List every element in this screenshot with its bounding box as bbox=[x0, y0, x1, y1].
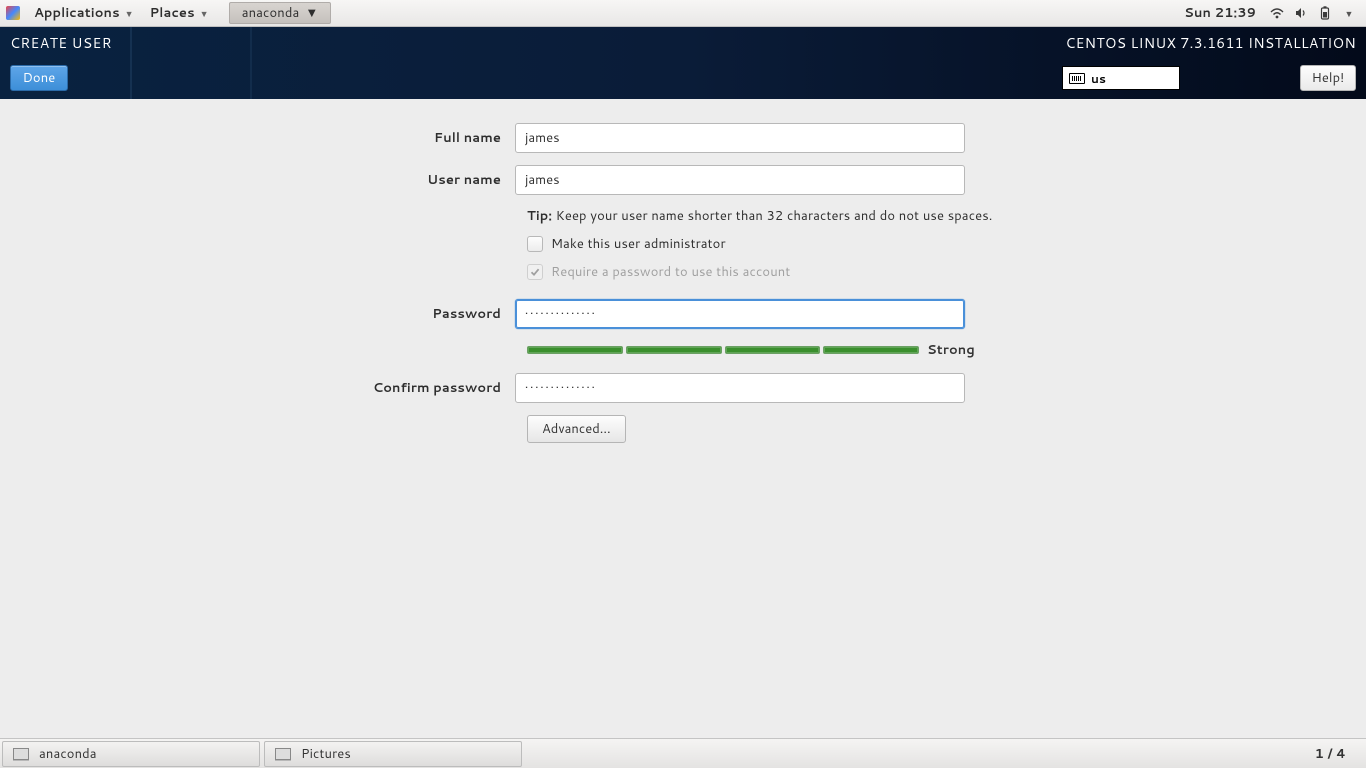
main-content: Full name User name Tip: Keep your user … bbox=[0, 99, 1366, 738]
battery-icon[interactable] bbox=[1318, 6, 1332, 20]
full-name-row: Full name bbox=[310, 123, 1030, 153]
keyboard-icon bbox=[1069, 73, 1085, 84]
taskbar-item-label: anaconda bbox=[39, 745, 97, 763]
confirm-password-input[interactable] bbox=[515, 373, 965, 403]
tip-text: Keep your user name shorter than 32 char… bbox=[552, 207, 992, 225]
page-title: CREATE USER bbox=[10, 33, 112, 53]
help-button[interactable]: Help! bbox=[1300, 65, 1356, 91]
strength-segment bbox=[725, 346, 821, 354]
activities-icon[interactable] bbox=[6, 6, 20, 20]
window-thumbnail-icon bbox=[13, 748, 29, 760]
chevron-down-icon: ▼ bbox=[305, 4, 318, 22]
taskbar-item-anaconda[interactable]: anaconda bbox=[2, 741, 260, 767]
make-admin-label: Make this user administrator bbox=[551, 235, 726, 253]
workspace-indicator[interactable]: 1 / 4 bbox=[1297, 745, 1364, 763]
password-strength-bar bbox=[527, 346, 919, 354]
user-name-input[interactable] bbox=[515, 165, 965, 195]
require-password-label: Require a password to use this account bbox=[551, 263, 790, 281]
keyboard-layout-label: us bbox=[1091, 70, 1106, 87]
password-row: Password bbox=[310, 299, 1030, 329]
chevron-down-icon[interactable]: ▼ bbox=[1342, 6, 1356, 20]
window-thumbnail-icon bbox=[275, 748, 291, 760]
gnome-top-bar: Applications ▼ Places ▼ anaconda ▼ Sun 2… bbox=[0, 0, 1366, 27]
full-name-input[interactable] bbox=[515, 123, 965, 153]
confirm-password-row: Confirm password bbox=[310, 373, 1030, 403]
username-tip: Tip: Keep your user name shorter than 32… bbox=[527, 207, 1030, 225]
password-strength-label: Strong bbox=[927, 341, 975, 359]
done-button[interactable]: Done bbox=[10, 65, 68, 91]
user-name-row: User name bbox=[310, 165, 1030, 195]
places-label: Places bbox=[150, 4, 195, 22]
taskbar-item-pictures[interactable]: Pictures bbox=[264, 741, 522, 767]
strength-segment bbox=[823, 346, 919, 354]
installation-name: CENTOS LINUX 7.3.1611 INSTALLATION bbox=[1065, 33, 1356, 53]
volume-icon[interactable] bbox=[1294, 6, 1308, 20]
full-name-label: Full name bbox=[310, 129, 515, 147]
chevron-down-icon: ▼ bbox=[125, 7, 134, 20]
applications-label: Applications bbox=[34, 4, 120, 22]
clock[interactable]: Sun 21:39 bbox=[1184, 4, 1256, 22]
make-admin-checkbox[interactable] bbox=[527, 236, 543, 252]
password-input[interactable] bbox=[515, 299, 965, 329]
require-password-checkbox bbox=[527, 264, 543, 280]
strength-segment bbox=[527, 346, 623, 354]
password-strength-row: Strong bbox=[527, 341, 1030, 359]
taskbar-item-label: Pictures bbox=[301, 745, 351, 763]
window-indicator-anaconda[interactable]: anaconda ▼ bbox=[229, 2, 332, 24]
applications-menu[interactable]: Applications ▼ bbox=[26, 0, 142, 27]
strength-segment bbox=[626, 346, 722, 354]
window-indicator-label: anaconda bbox=[242, 4, 300, 22]
make-admin-row[interactable]: Make this user administrator bbox=[527, 235, 1030, 253]
places-menu[interactable]: Places ▼ bbox=[142, 0, 217, 27]
require-password-row: Require a password to use this account bbox=[527, 263, 1030, 281]
network-icon[interactable] bbox=[1270, 6, 1284, 20]
chevron-down-icon: ▼ bbox=[200, 7, 209, 20]
confirm-password-label: Confirm password bbox=[310, 379, 515, 397]
user-name-label: User name bbox=[310, 171, 515, 189]
tip-prefix: Tip: bbox=[527, 207, 552, 225]
checkmark-icon bbox=[530, 267, 540, 277]
anaconda-header: CREATE USER Done CENTOS LINUX 7.3.1611 I… bbox=[0, 27, 1366, 99]
password-label: Password bbox=[310, 305, 515, 323]
bottom-taskbar: anaconda Pictures 1 / 4 bbox=[0, 738, 1366, 768]
advanced-button[interactable]: Advanced... bbox=[527, 415, 626, 443]
keyboard-layout-indicator[interactable]: us bbox=[1062, 66, 1180, 90]
